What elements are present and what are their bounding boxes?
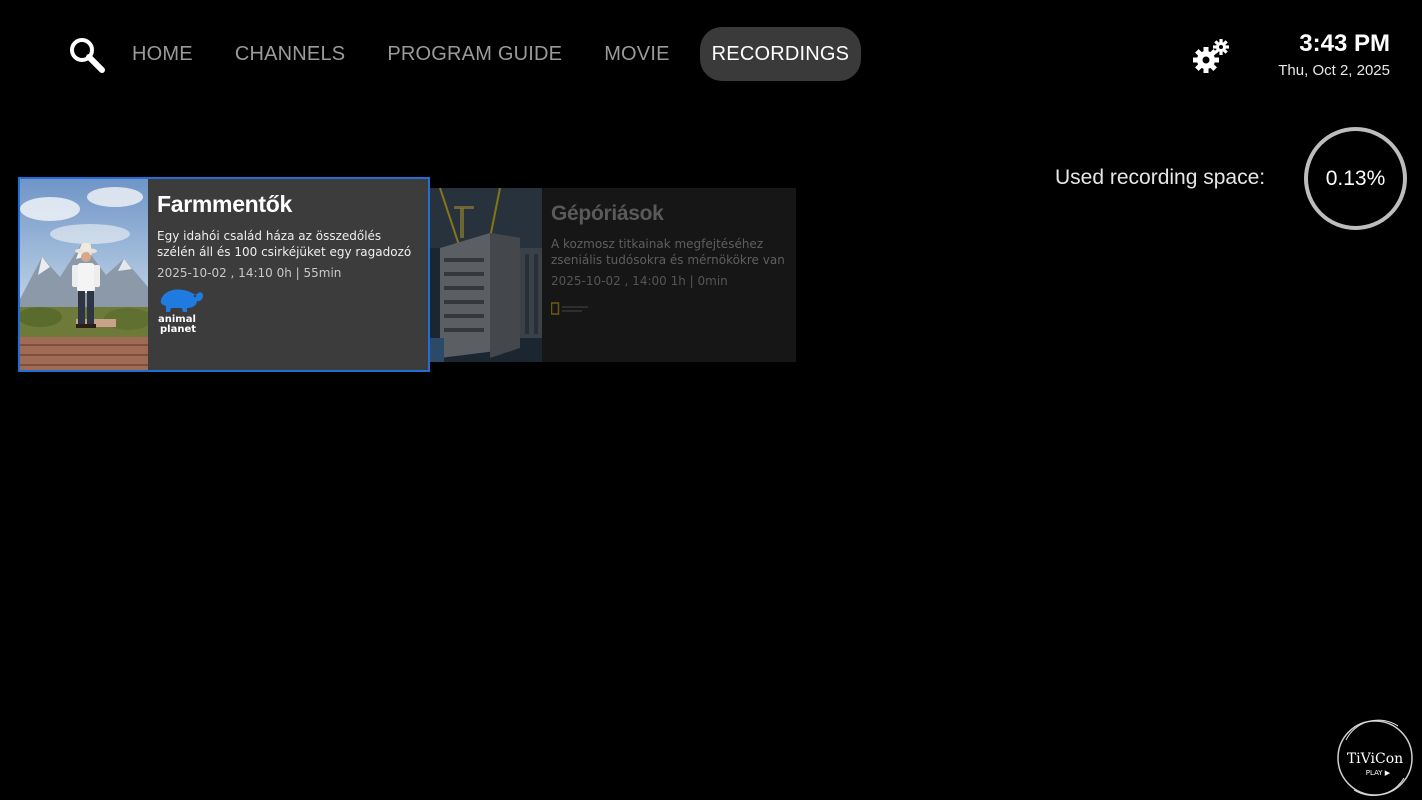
clock-date: Thu, Oct 2, 2025: [1278, 62, 1390, 79]
tivicon-play-logo: TiViCon PLAY ▶: [1334, 718, 1418, 798]
recording-title: Farmmentők: [157, 191, 293, 217]
recording-title: Gépóriások: [551, 202, 664, 225]
gear-icon[interactable]: [1192, 38, 1230, 74]
recording-info: Gépóriások A kozmosz titkainak megfejtés…: [542, 188, 796, 362]
recording-thumbnail: [20, 179, 148, 370]
tab-channels[interactable]: CHANNELS: [223, 27, 358, 81]
recording-card[interactable]: Farmmentők Egy idahói család háza az öss…: [18, 177, 430, 372]
recording-meta: 2025-10-02 , 14:10 0h | 55min: [157, 266, 342, 280]
recording-description: Egy idahói család háza az összedőlés szé…: [157, 229, 412, 259]
svg-text:TiViCon: TiViCon: [1347, 751, 1403, 767]
svg-text:planet: planet: [160, 324, 196, 334]
recording-space-gauge: 0.13%: [1304, 127, 1407, 230]
svg-text:PLAY ▶: PLAY ▶: [1366, 769, 1391, 777]
national-geographic-logo: [550, 302, 591, 316]
recording-info: Farmmentők Egy idahói család háza az öss…: [148, 179, 428, 370]
recording-description: A kozmosz titkainak megfejtéséhez zseniá…: [551, 237, 785, 267]
clock: 3:43 PM Thu, Oct 2, 2025: [1278, 30, 1390, 79]
tab-recordings[interactable]: RECORDINGS: [699, 27, 862, 81]
tab-home[interactable]: HOME: [120, 27, 205, 81]
app-root: HOME CHANNELS PROGRAM GUIDE MOVIE RECORD…: [0, 0, 1422, 800]
main-nav: HOME CHANNELS PROGRAM GUIDE MOVIE RECORD…: [120, 26, 879, 82]
tab-movie[interactable]: MOVIE: [592, 27, 681, 81]
recording-space-value: 0.13%: [1325, 166, 1386, 190]
recording-thumbnail: [430, 188, 542, 362]
recording-meta: 2025-10-02 , 14:00 1h | 0min: [551, 274, 728, 288]
tab-program-guide[interactable]: PROGRAM GUIDE: [375, 27, 574, 81]
clock-time: 3:43 PM: [1299, 30, 1390, 57]
search-icon[interactable]: [66, 34, 108, 76]
recording-card[interactable]: Gépóriások A kozmosz titkainak megfejtés…: [430, 188, 796, 362]
recording-space-label: Used recording space:: [1055, 166, 1266, 189]
animal-planet-logo: animal planet: [157, 286, 207, 335]
